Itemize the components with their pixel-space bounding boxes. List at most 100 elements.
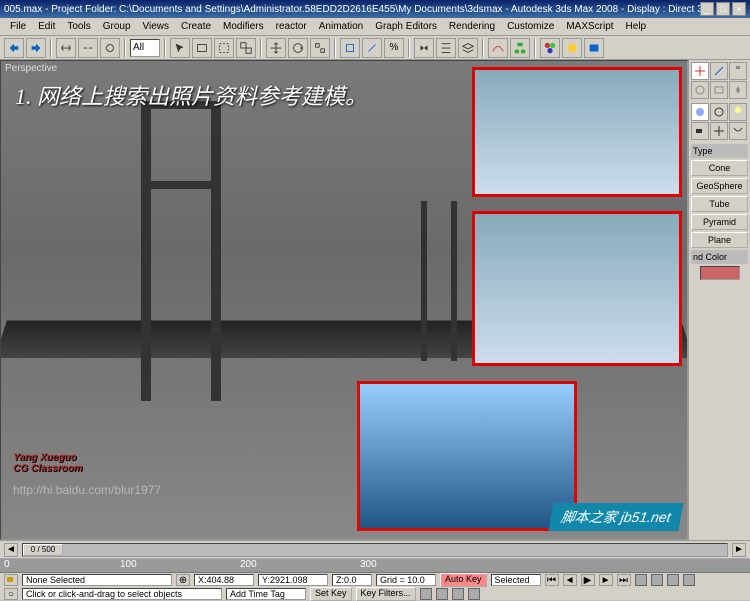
absolute-mode-button[interactable]: ⊕ [176,574,190,586]
main-area: Perspective 1. 网络上搜索出照片资料参考建模。 Yang Xueg… [0,60,750,540]
menu-modifiers[interactable]: Modifiers [217,19,270,34]
min-max-toggle-button[interactable] [468,588,480,600]
cameras-icon[interactable] [691,122,709,140]
modify-tab[interactable] [710,62,728,80]
menu-edit[interactable]: Edit [32,19,61,34]
curve-editor-button[interactable] [488,38,508,58]
percent-snap-button[interactable]: % [384,38,404,58]
zoom-extents-button[interactable] [420,588,432,600]
menu-customize[interactable]: Customize [501,19,560,34]
menu-create[interactable]: Create [175,19,217,34]
close-button[interactable]: × [732,2,746,16]
coord-y[interactable]: Y:2921.098 [258,574,328,586]
geosphere-button[interactable]: GeoSphere [691,178,748,194]
prompt-line: Click or click-and-drag to select object… [22,588,222,600]
move-button[interactable] [266,38,286,58]
reference-photo-2 [472,211,682,366]
viewport-perspective[interactable]: Perspective 1. 网络上搜索出照片资料参考建模。 Yang Xueg… [0,60,688,540]
grid-spacing: Grid = 10.0 [376,574,436,586]
zoom-view-button[interactable] [651,574,663,586]
window-crossing-button[interactable] [236,38,256,58]
zoom-extents-all-button[interactable] [436,588,448,600]
geometry-icon[interactable] [691,103,709,121]
mirror-button[interactable] [414,38,434,58]
menu-maxscript[interactable]: MAXScript [560,19,619,34]
tube-button[interactable]: Tube [691,196,748,212]
create-tab[interactable] [691,62,709,80]
undo-button[interactable] [4,38,24,58]
maximize-button[interactable]: □ [716,2,730,16]
setkey-button[interactable]: Set Key [310,587,352,601]
selection-filter-dropdown[interactable] [130,39,160,57]
goto-start-button[interactable]: ⏮ [545,574,559,586]
goto-end-button[interactable]: ⏭ [617,574,631,586]
render-setup-button[interactable] [562,38,582,58]
schematic-button[interactable] [510,38,530,58]
select-region-button[interactable] [214,38,234,58]
menu-file[interactable]: File [4,19,32,34]
command-panel-tabs [691,62,748,99]
orbit-view-button[interactable] [667,574,679,586]
menu-rendering[interactable]: Rendering [443,19,501,34]
window-title: 005.max - Project Folder: C:\Documents a… [4,4,700,15]
lights-icon[interactable] [729,103,747,121]
cone-button[interactable]: Cone [691,160,748,176]
fov-button[interactable] [452,588,464,600]
play-button[interactable]: ▶ [581,574,595,586]
menu-tools[interactable]: Tools [61,19,96,34]
prev-key-button[interactable]: ◄ [563,574,577,586]
pan-view-button[interactable] [635,574,647,586]
maximize-view-button[interactable] [683,574,695,586]
menu-grapheditors[interactable]: Graph Editors [369,19,443,34]
select-name-button[interactable] [192,38,212,58]
minimize-button[interactable]: _ [700,2,714,16]
render-button[interactable] [584,38,604,58]
lock-selection-button[interactable] [4,574,18,586]
time-slider-thumb[interactable]: 0 / 500 [23,544,63,556]
redo-button[interactable] [26,38,46,58]
menu-views[interactable]: Views [137,19,176,34]
menu-group[interactable]: Group [97,19,137,34]
menu-help[interactable]: Help [620,19,653,34]
hierarchy-tab[interactable] [729,62,747,80]
spacewarps-icon[interactable] [729,122,747,140]
link-button[interactable] [56,38,76,58]
watermark-site: 脚本之家 jb51.net [549,503,684,531]
material-editor-button[interactable] [540,38,560,58]
viewport-label: Perspective [5,63,57,74]
keyfilters-button[interactable]: Key Filters... [356,587,416,601]
motion-tab[interactable] [691,81,709,99]
plane-button[interactable]: Plane [691,232,748,248]
helpers-icon[interactable] [710,122,728,140]
scale-button[interactable] [310,38,330,58]
utilities-tab[interactable] [729,81,747,99]
coord-z[interactable]: Z:0.0 [332,574,372,586]
keymode-dropdown[interactable]: Selected [491,574,541,586]
angle-snap-button[interactable] [362,38,382,58]
status-row-2: ○ Click or click-and-drag to select obje… [0,587,750,601]
unlink-button[interactable] [78,38,98,58]
pyramid-button[interactable]: Pyramid [691,214,748,230]
rotate-button[interactable] [288,38,308,58]
prev-frame-button[interactable]: ◄ [4,543,18,557]
add-time-tag[interactable]: Add Time Tag [226,588,306,600]
tutorial-caption: 1. 网络上搜索出照片资料参考建模。 [15,79,367,111]
snap-button[interactable] [340,38,360,58]
object-color-swatch[interactable] [700,266,740,280]
status-area: ◄ 0 / 500 ► 0 100 200 300 None Selected … [0,540,750,600]
align-button[interactable] [436,38,456,58]
next-frame-button[interactable]: ► [732,543,746,557]
bridge-tower-far [421,201,427,361]
time-slider-track[interactable]: 0 / 500 [22,543,728,557]
next-key-button[interactable]: ► [599,574,613,586]
display-tab[interactable] [710,81,728,99]
layers-button[interactable] [458,38,478,58]
bind-button[interactable] [100,38,120,58]
menu-reactor[interactable]: reactor [270,19,313,34]
autokey-button[interactable]: Auto Key [440,573,487,587]
shapes-icon[interactable] [710,103,728,121]
menu-animation[interactable]: Animation [313,19,369,34]
coord-x[interactable]: X:404.88 [194,574,254,586]
select-button[interactable] [170,38,190,58]
track-bar[interactable]: 0 100 200 300 [0,559,750,573]
